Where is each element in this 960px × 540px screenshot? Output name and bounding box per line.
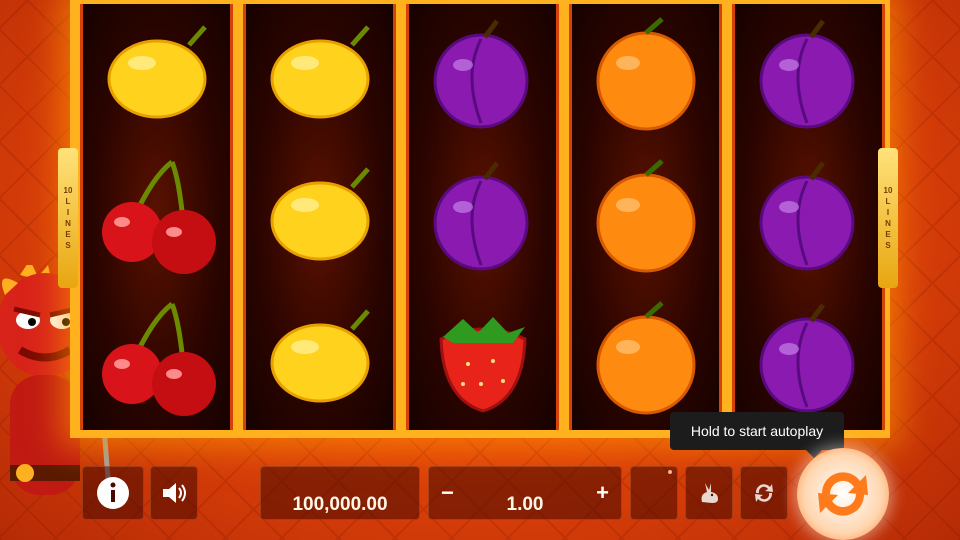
orange-icon xyxy=(572,146,719,288)
lines-letter: I xyxy=(886,208,890,217)
strawberry-icon xyxy=(409,288,556,430)
lines-letter: L xyxy=(885,197,891,206)
cherry-icon xyxy=(83,288,230,430)
lemon-icon xyxy=(246,288,393,430)
orange-icon xyxy=(572,288,719,430)
spin-button[interactable] xyxy=(797,448,889,540)
rabbit-icon xyxy=(701,483,718,503)
sound-button[interactable] xyxy=(150,466,198,520)
spin-icon xyxy=(818,472,868,516)
lines-letter: S xyxy=(885,241,891,250)
orange-icon xyxy=(572,4,719,146)
turbo-button[interactable] xyxy=(685,466,733,520)
bet-decrease-button[interactable]: − xyxy=(441,480,454,506)
reel-1 xyxy=(80,4,233,430)
lines-letter: N xyxy=(885,219,891,228)
lines-letter: E xyxy=(65,230,71,239)
reel-3 xyxy=(406,4,559,430)
info-icon xyxy=(97,477,129,509)
plum-icon xyxy=(409,146,556,288)
menu-button[interactable] xyxy=(630,466,678,520)
dot-icon xyxy=(668,470,672,474)
lemon-icon xyxy=(83,4,230,146)
autoplay-icon xyxy=(755,484,773,502)
lines-letter: E xyxy=(885,230,891,239)
lines-count: 10 xyxy=(883,186,893,195)
reel-5 xyxy=(732,4,885,430)
plum-icon xyxy=(409,4,556,146)
reel-2 xyxy=(243,4,396,430)
plum-icon xyxy=(735,288,882,430)
lemon-icon xyxy=(246,146,393,288)
autoplay-tooltip: Hold to start autoplay xyxy=(670,412,844,458)
lines-indicator-left: 10 L I N E S xyxy=(58,148,78,288)
bet-stepper: − 1.00 + xyxy=(428,466,622,520)
cherry-icon xyxy=(83,146,230,288)
speaker-icon xyxy=(163,483,186,503)
lines-letter: I xyxy=(66,208,70,217)
lines-letter: L xyxy=(65,197,71,206)
info-button[interactable] xyxy=(82,466,144,520)
plum-icon xyxy=(735,146,882,288)
lines-letter: N xyxy=(65,219,71,228)
lemon-icon xyxy=(246,4,393,146)
lines-letter: S xyxy=(65,241,71,250)
balance-value: 100,000.00 xyxy=(292,494,388,515)
reel-frame: 10 L I N E S 10 L I N E S xyxy=(58,0,898,438)
autoplay-button[interactable] xyxy=(740,466,788,520)
bet-increase-button[interactable]: + xyxy=(596,480,609,506)
lines-count: 10 xyxy=(63,186,73,195)
tooltip-text: Hold to start autoplay xyxy=(690,423,824,439)
balance-display: 100,000.00 xyxy=(260,466,420,520)
reel-4 xyxy=(569,4,722,430)
lines-indicator-right: 10 L I N E S xyxy=(878,148,898,288)
bet-value: 1.00 xyxy=(506,494,544,515)
plum-icon xyxy=(735,4,882,146)
